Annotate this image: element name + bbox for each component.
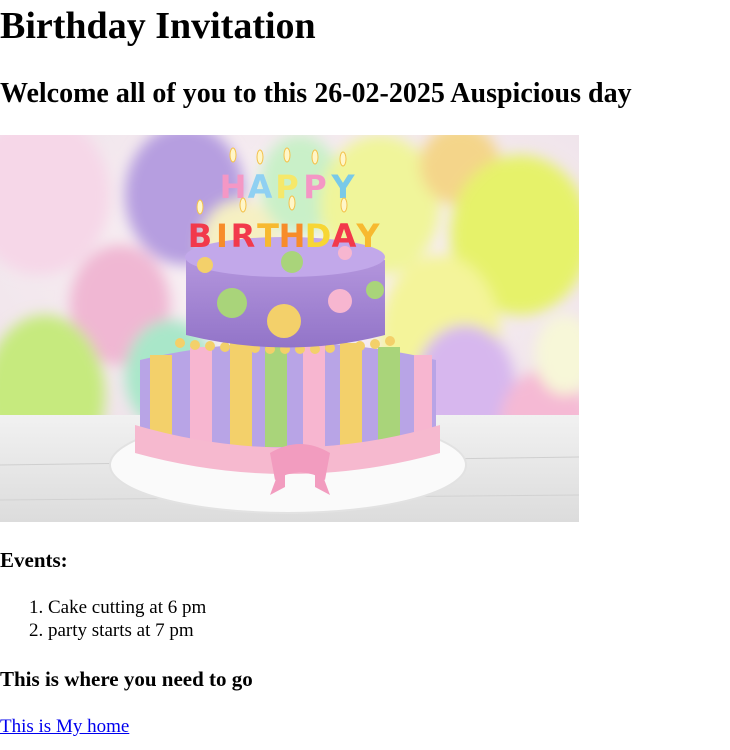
svg-text:A: A: [332, 217, 357, 255]
cake-illustration: H A P P Y B I R T H D A Y: [0, 135, 579, 522]
welcome-heading: Welcome all of you to this 26-02-2025 Au…: [0, 78, 632, 109]
invitation-page: Birthday Invitation Welcome all of you t…: [0, 0, 730, 750]
event-item-cake-cutting: Cake cutting at 6 pm: [48, 596, 206, 619]
svg-text:P: P: [303, 168, 326, 206]
event-item-party-start: party starts at 7 pm: [48, 619, 206, 642]
events-list: Cake cutting at 6 pm party starts at 7 p…: [0, 596, 206, 642]
birthday-cake-image: H A P P Y B I R T H D A Y: [0, 135, 579, 522]
svg-text:T: T: [257, 217, 279, 255]
page-title: Birthday Invitation: [0, 5, 316, 47]
svg-text:I: I: [216, 217, 228, 255]
svg-text:B: B: [188, 217, 212, 255]
svg-text:A: A: [248, 168, 273, 206]
svg-text:H: H: [279, 217, 306, 255]
directions-heading: This is where you need to go: [0, 667, 253, 691]
events-heading: Events:: [0, 548, 68, 572]
svg-text:R: R: [231, 217, 256, 255]
svg-text:Y: Y: [355, 217, 380, 255]
home-location-link[interactable]: This is My home: [0, 715, 129, 739]
svg-text:D: D: [305, 217, 332, 255]
